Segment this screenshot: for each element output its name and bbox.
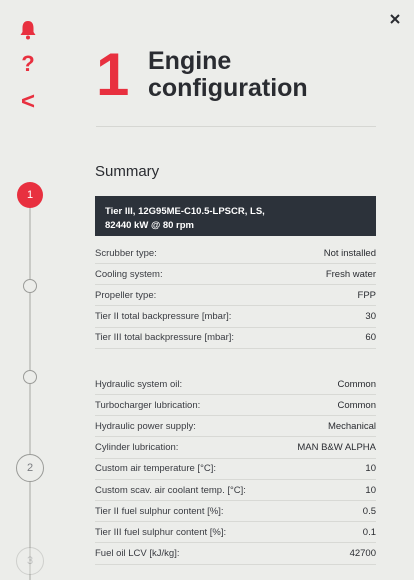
row-label: Tier II total backpressure [mbar]: xyxy=(95,311,232,323)
row-label: Scrubber type: xyxy=(95,247,157,259)
title-line-1: Engine xyxy=(148,47,232,75)
row-label: Propeller type: xyxy=(95,289,157,301)
summary-row: Tier III fuel sulphur content [%]: 0.1 xyxy=(95,522,376,544)
row-label: Custom air temperature [°C]: xyxy=(95,463,217,475)
summary-row: Tier III total backpressure [mbar]: 60 xyxy=(95,328,376,349)
row-value: Fresh water xyxy=(325,268,376,280)
back-chevron-icon[interactable]: < xyxy=(16,88,40,115)
step-1-active[interactable]: 1 xyxy=(17,182,43,208)
row-value: 30 xyxy=(365,311,376,323)
row-value: MAN B&W ALPHA xyxy=(297,442,376,454)
step-substep-a[interactable] xyxy=(23,279,37,293)
row-label: Cylinder lubrication: xyxy=(95,442,179,454)
row-value: 0.1 xyxy=(362,526,376,538)
row-value: 10 xyxy=(365,463,376,475)
row-label: Turbocharger lubrication: xyxy=(95,399,201,411)
row-value: 42700 xyxy=(349,548,376,560)
summary-title: Summary xyxy=(95,163,160,180)
row-value: 10 xyxy=(365,484,376,496)
engine-summary-banner: Tier III, 12G95ME-C10.5-LPSCR, LS, 82440… xyxy=(95,196,376,236)
summary-row: Custom air temperature [°C]: 10 xyxy=(95,459,376,480)
row-label: Custom scav. air coolant temp. [°C]: xyxy=(95,484,246,496)
row-label: Tier II fuel sulphur content [%]: xyxy=(95,505,224,517)
summary-row: Turbocharger lubrication: Common xyxy=(95,395,376,417)
banner-line-1: Tier III, 12G95ME-C10.5-LPSCR, LS, xyxy=(105,206,265,217)
summary-row: Fuel oil LCV [kJ/kg]: 42700 xyxy=(95,544,376,565)
stepper-track xyxy=(29,195,31,580)
close-icon[interactable] xyxy=(388,12,402,26)
row-label: Cooling system: xyxy=(95,268,163,280)
summary-row: Hydraulic system oil: Common xyxy=(95,374,376,395)
summary-row: Propeller type: FPP xyxy=(95,285,376,307)
row-label: Hydraulic power supply: xyxy=(95,420,196,432)
row-value: FPP xyxy=(357,289,376,301)
row-value: Not installed xyxy=(323,247,376,259)
bell-icon[interactable] xyxy=(16,18,40,42)
row-label: Hydraulic system oil: xyxy=(95,378,183,390)
row-value: Common xyxy=(337,378,376,390)
summary-row: Custom scav. air coolant temp. [°C]: 10 xyxy=(95,480,376,501)
banner-line-2: 82440 kW @ 80 rpm xyxy=(105,220,195,231)
step-2[interactable]: 2 xyxy=(16,454,44,482)
summary-row: Hydraulic power supply: Mechanical xyxy=(95,416,376,438)
summary-row: Cooling system: Fresh water xyxy=(95,264,376,286)
page-title: Engine configuration xyxy=(148,48,308,102)
row-label: Fuel oil LCV [kJ/kg]: xyxy=(95,548,180,560)
row-value: 0.5 xyxy=(362,505,376,517)
row-label: Tier III fuel sulphur content [%]: xyxy=(95,526,227,538)
step-3[interactable]: 3 xyxy=(16,547,44,575)
summary-row: Cylinder lubrication: MAN B&W ALPHA xyxy=(95,438,376,459)
step-substep-b[interactable] xyxy=(23,370,37,384)
page-header: 1 Engine configuration xyxy=(96,42,376,127)
title-line-2: configuration xyxy=(148,74,308,102)
step-number: 1 xyxy=(96,41,130,108)
sidebar: ? < 1 2 3 xyxy=(0,0,60,580)
row-label: Tier III total backpressure [mbar]: xyxy=(95,332,235,344)
row-value: Mechanical xyxy=(327,420,376,432)
row-value: Common xyxy=(337,399,376,411)
row-value: 60 xyxy=(365,332,376,344)
summary-row: Scrubber type: Not installed xyxy=(95,243,376,264)
summary-row: Tier II total backpressure [mbar]: 30 xyxy=(95,307,376,328)
help-icon[interactable]: ? xyxy=(16,51,40,76)
summary-row: Tier II fuel sulphur content [%]: 0.5 xyxy=(95,501,376,523)
